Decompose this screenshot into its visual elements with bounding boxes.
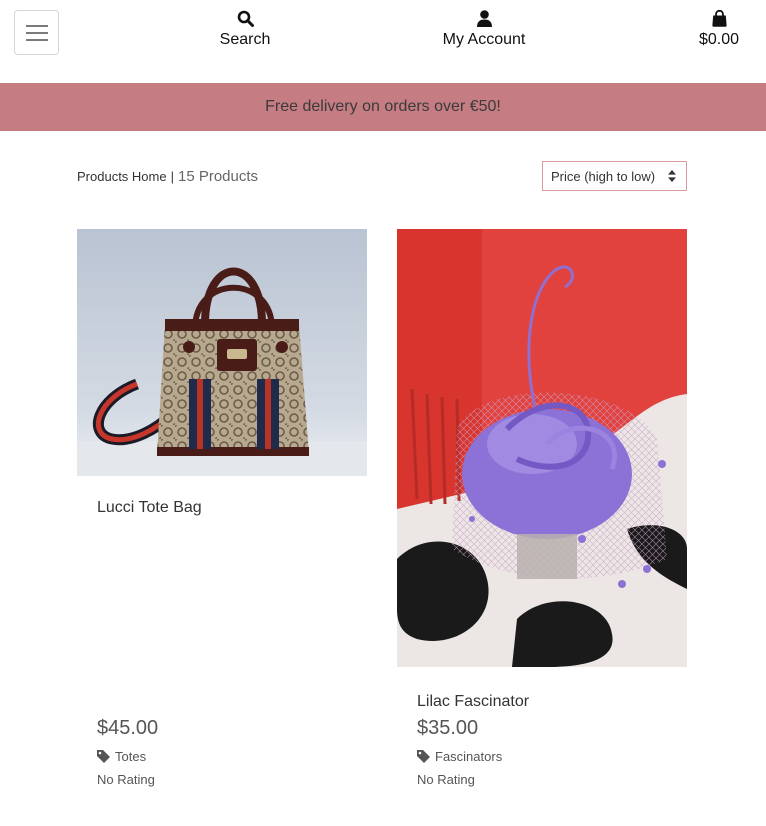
search-icon bbox=[237, 10, 254, 27]
shopping-bag-link[interactable]: $0.00 bbox=[688, 10, 750, 49]
shopping-bag-icon bbox=[711, 10, 727, 27]
delivery-banner: Free delivery on orders over €50! bbox=[0, 83, 766, 131]
search-link[interactable]: Search bbox=[205, 10, 285, 49]
my-account-link[interactable]: My Account bbox=[424, 10, 544, 49]
breadcrumb-separator: | bbox=[170, 169, 174, 184]
product-category-label: Fascinators bbox=[435, 749, 503, 764]
hamburger-icon bbox=[25, 24, 48, 41]
user-icon bbox=[476, 10, 492, 27]
my-account-label: My Account bbox=[442, 31, 526, 48]
tote-bag-photo[interactable] bbox=[77, 229, 367, 476]
product-category[interactable]: Fascinators bbox=[417, 749, 502, 764]
product-price: $35.00 bbox=[417, 717, 479, 739]
top-navbar: Search My Account $0.00 bbox=[0, 0, 766, 83]
search-label: Search bbox=[219, 31, 271, 48]
delivery-banner-text: Free delivery on orders over €50! bbox=[265, 98, 501, 115]
products-home-link[interactable]: Products Home bbox=[77, 169, 167, 184]
tag-icon bbox=[417, 750, 430, 763]
sort-select[interactable]: Price (high to low) bbox=[542, 161, 687, 191]
sort-caret-icon bbox=[668, 170, 676, 182]
product-name[interactable]: Lucci Tote Bag bbox=[97, 499, 202, 517]
bag-total: $0.00 bbox=[698, 31, 740, 48]
product-count: 15 Products bbox=[177, 168, 259, 185]
product-category[interactable]: Totes bbox=[97, 749, 146, 764]
tag-icon bbox=[97, 750, 110, 763]
product-rating: No Rating bbox=[417, 772, 475, 787]
fascinator-photo[interactable] bbox=[397, 229, 687, 667]
product-category-label: Totes bbox=[115, 749, 147, 764]
product-card[interactable]: Lucci Tote Bag $45.00 Totes No Rating bbox=[77, 229, 367, 787]
sort-selected-value: Price (high to low) bbox=[551, 168, 656, 184]
menu-toggle-button[interactable] bbox=[14, 10, 59, 55]
products-toolbar: Products Home | 15 Products Price (high … bbox=[77, 160, 687, 192]
product-rating: No Rating bbox=[97, 772, 155, 787]
product-card[interactable]: Lilac Fascinator $35.00 Fascinators No R… bbox=[397, 229, 687, 787]
product-price: $45.00 bbox=[97, 717, 159, 739]
product-name[interactable]: Lilac Fascinator bbox=[417, 693, 529, 711]
breadcrumb: Products Home | 15 Products bbox=[77, 168, 258, 185]
